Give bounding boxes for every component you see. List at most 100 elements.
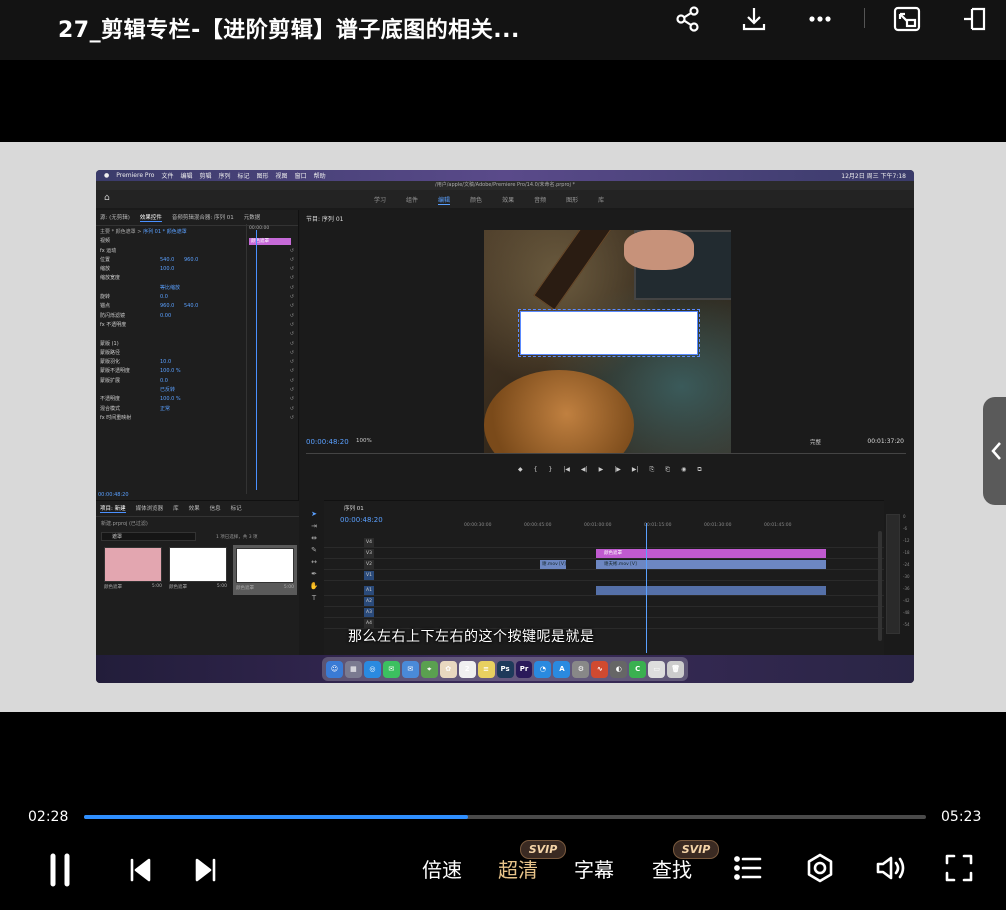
waveform-icon[interactable]: ∿	[591, 660, 609, 678]
selection-tool-icon[interactable]: ➤	[311, 510, 317, 518]
effect-value[interactable]: 100.0 %	[160, 367, 184, 376]
messages-icon[interactable]: ✉	[382, 660, 400, 678]
track-v3[interactable]: V3 颜色遮罩	[324, 548, 884, 559]
effect-value[interactable]	[184, 377, 208, 386]
track-a3[interactable]: A3	[324, 607, 884, 618]
effect-value[interactable]	[184, 395, 208, 404]
panel-tab[interactable]: 效果控件	[139, 213, 162, 222]
workspace-tab[interactable]: 颜色	[470, 195, 482, 205]
effect-value[interactable]: 960.0	[160, 302, 184, 311]
workspace-tab[interactable]: 组件	[406, 195, 418, 205]
project-item[interactable]: 颜色遮罩 5:00	[104, 547, 162, 595]
effect-value[interactable]	[160, 330, 184, 339]
hand-tool-icon[interactable]: ✋	[310, 582, 319, 590]
step-back-button[interactable]: ◀|	[581, 466, 588, 474]
effect-value[interactable]: 100.0	[160, 265, 184, 274]
picture-in-picture-icon[interactable]	[889, 4, 925, 34]
menu-item[interactable]: 帮助	[314, 171, 326, 180]
effect-value[interactable]: 0.0	[160, 377, 184, 386]
type-tool-icon[interactable]: T	[312, 594, 316, 602]
workspace-tab[interactable]: 图形	[566, 195, 578, 205]
more-icon[interactable]	[802, 4, 838, 34]
track-name[interactable]: V3	[364, 549, 374, 558]
effect-value[interactable]	[184, 340, 208, 349]
color-matte-mask[interactable]	[518, 309, 700, 357]
safari-icon[interactable]: ◎	[363, 660, 381, 678]
clip-video[interactable]: 谢夫彬.mov [V]	[596, 560, 826, 569]
program-tab[interactable]: 节目: 序列 01	[306, 214, 343, 223]
camera-icon[interactable]: ◉	[681, 466, 686, 474]
track-name[interactable]: A3	[364, 608, 374, 617]
timeline-playhead[interactable]	[646, 523, 647, 653]
effect-value[interactable]	[184, 312, 208, 321]
track-v2[interactable]: V2 谢.mov [V] 谢夫彬.mov [V]	[324, 559, 884, 570]
launchpad-icon[interactable]: ▦	[344, 660, 362, 678]
track-name[interactable]: V2	[364, 560, 374, 569]
panel-tab[interactable]: 效果	[189, 504, 200, 513]
effect-value[interactable]: 0.0	[160, 293, 184, 302]
next-button[interactable]	[188, 852, 224, 888]
track-select-tool-icon[interactable]: ⇥	[311, 522, 317, 530]
effect-value[interactable]	[184, 386, 208, 395]
effect-value[interactable]	[160, 340, 184, 349]
track-a2[interactable]: A2	[324, 596, 884, 607]
premiere-icon[interactable]: Pr	[515, 660, 533, 678]
effect-value[interactable]: 960.0	[184, 256, 208, 265]
panel-tab[interactable]: 源: (无剪辑)	[100, 213, 130, 222]
workspace-tab[interactable]: 编辑	[438, 195, 451, 205]
effect-value[interactable]	[160, 414, 184, 423]
play-button[interactable]: ▶	[599, 466, 604, 474]
panel-tab[interactable]: 信息	[210, 504, 221, 513]
download-icon[interactable]	[736, 4, 772, 34]
previous-button[interactable]	[122, 852, 158, 888]
effect-value[interactable]	[160, 349, 184, 358]
fullscreen-button[interactable]	[940, 850, 978, 886]
effect-value[interactable]	[184, 321, 208, 330]
video-area[interactable]: ● Premiere Pro 文件 编辑 剪辑 序列 标记 图形 视图 窗口 帮…	[0, 142, 1006, 712]
effect-value[interactable]: 540.0	[184, 302, 208, 311]
effect-value[interactable]: 等比缩放	[160, 284, 184, 293]
mark-in-button[interactable]: {	[534, 466, 538, 474]
float-window-icon[interactable]	[955, 4, 991, 34]
effect-value[interactable]	[184, 265, 208, 274]
program-ruler[interactable]	[306, 448, 906, 454]
caption-button[interactable]: 字幕	[574, 854, 614, 883]
workspace-tab[interactable]: 效果	[502, 195, 514, 205]
panel-tab[interactable]: 媒体浏览器	[136, 504, 164, 513]
video-frame[interactable]	[484, 230, 731, 454]
effect-value[interactable]	[184, 274, 208, 283]
mail-icon[interactable]: ✉	[401, 660, 419, 678]
mark-out-button[interactable]: }	[548, 466, 552, 474]
extract-button[interactable]: ⎗	[665, 466, 670, 474]
project-item-selected[interactable]: 颜色遮罩 5:00	[233, 545, 297, 595]
effect-value[interactable]	[160, 321, 184, 330]
timeline-tab[interactable]: 序列 01	[344, 504, 364, 512]
preview-icon[interactable]: ▭	[648, 660, 666, 678]
maps-icon[interactable]: ⌖	[420, 660, 438, 678]
effect-value[interactable]: 540.0	[160, 256, 184, 265]
track-name[interactable]: V4	[364, 538, 374, 547]
timeline-scrollbar[interactable]	[878, 531, 882, 641]
workspace-tab[interactable]: 库	[598, 195, 604, 205]
appstore-icon[interactable]: A	[553, 660, 571, 678]
speed-button[interactable]: 倍速	[422, 854, 462, 883]
menu-item[interactable]: Premiere Pro	[116, 172, 154, 179]
effect-value[interactable]	[160, 247, 184, 256]
clip-audio[interactable]	[596, 586, 826, 595]
panel-tab[interactable]: 音频剪辑混合器: 序列 01	[172, 213, 234, 222]
menu-item[interactable]: 图形	[257, 171, 269, 180]
menu-item[interactable]: 编辑	[180, 171, 192, 180]
calendar-icon[interactable]: 2	[458, 660, 476, 678]
effect-value[interactable]	[184, 414, 208, 423]
effect-value[interactable]	[184, 405, 208, 414]
photos-icon[interactable]: ✿	[439, 660, 457, 678]
notes-icon[interactable]: ≡	[477, 660, 495, 678]
effect-value[interactable]: 0.00	[160, 312, 184, 321]
effect-value[interactable]	[184, 330, 208, 339]
menu-item[interactable]: 序列	[219, 171, 231, 180]
effect-value[interactable]	[184, 284, 208, 293]
menu-item[interactable]: 视图	[276, 171, 288, 180]
zoom-select[interactable]: 100%	[356, 438, 372, 444]
clip-color-matte[interactable]: 颜色遮罩	[596, 549, 826, 558]
share-icon[interactable]	[670, 4, 706, 34]
